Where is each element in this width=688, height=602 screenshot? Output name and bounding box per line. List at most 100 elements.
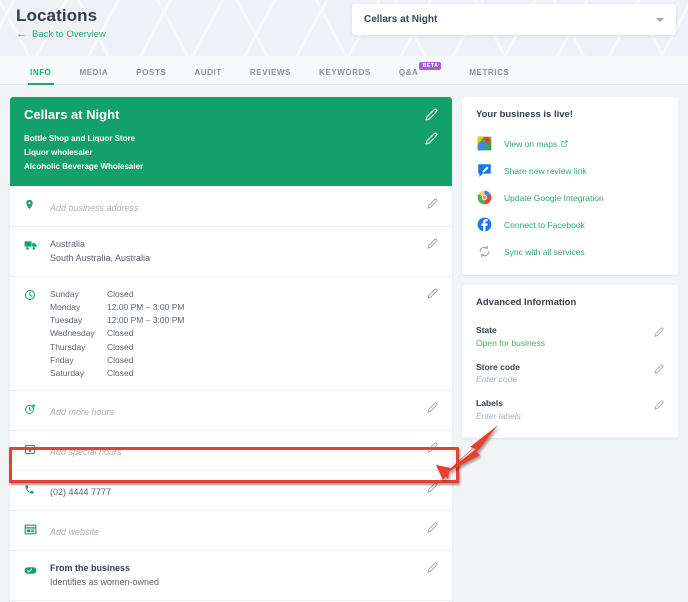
edit-state-button[interactable]	[650, 324, 664, 337]
edit-phone-button[interactable]	[420, 481, 438, 493]
edit-labels-button[interactable]	[650, 397, 664, 410]
hours-day: Sunday	[50, 288, 79, 299]
location-select[interactable]: Cellars at Night	[352, 4, 676, 35]
hours-day: Tuesday	[50, 315, 83, 326]
hours-day: Monday	[50, 302, 81, 313]
tab-keywords[interactable]: KEYWORDS	[305, 68, 385, 84]
tab-posts[interactable]: POSTS	[122, 68, 180, 84]
more-hours-row[interactable]: Add more hours	[10, 390, 452, 430]
locations-page: Locations ← Back to Overview Cellars at …	[0, 0, 688, 602]
service-area-row[interactable]: Australia South Australia, Australia	[10, 226, 452, 276]
view-on-maps-link[interactable]: View on maps	[476, 130, 664, 157]
connect-to-facebook-link[interactable]: Connect to Facebook	[476, 211, 664, 238]
phone-icon	[24, 481, 50, 500]
edit-website-button[interactable]	[420, 521, 438, 533]
edit-more-hours-button[interactable]	[420, 401, 438, 413]
address-row[interactable]: Add business address	[10, 186, 452, 226]
advanced-row-labels[interactable]: Labels Enter labels	[476, 391, 664, 428]
tab-audit[interactable]: AUDIT	[180, 68, 235, 84]
tab-reviews[interactable]: REVIEWS	[236, 68, 305, 84]
external-link-icon	[561, 140, 568, 147]
advanced-information-card: Advanced Information State Open for busi…	[462, 285, 678, 438]
pencil-icon	[427, 198, 438, 209]
hours-time: 12:00 PM – 3:00 PM	[107, 315, 185, 326]
app-header: Locations ← Back to Overview Cellars at …	[0, 0, 688, 56]
opening-hours-table: Sunday Closed Monday 12:00 PM – 3:00 PM Tu…	[50, 288, 420, 380]
hours-time: Closed	[107, 288, 134, 299]
business-info-card: Cellars at Night Bottle Shop and Liquor …	[10, 97, 452, 602]
service-area-line2: South Australia, Australia	[50, 252, 151, 263]
from-the-business-title: From the business	[50, 563, 131, 574]
edit-special-hours-button[interactable]	[420, 441, 438, 453]
tab-metrics-label: METRICS	[469, 68, 510, 77]
from-the-business-row[interactable]: From the business Identifies as women-ow…	[10, 550, 452, 600]
google-maps-icon	[476, 135, 493, 152]
hours-time: Closed	[107, 328, 134, 339]
edit-business-categories-button[interactable]	[425, 132, 438, 145]
pencil-icon	[654, 364, 664, 374]
advanced-state-label: State	[476, 325, 497, 335]
beta-badge: BETA	[419, 62, 442, 70]
business-status-title: Your business is live!	[476, 109, 573, 120]
map-pin-icon	[24, 197, 50, 216]
tab-metrics[interactable]: METRICS	[455, 68, 523, 84]
advanced-row-store-code[interactable]: Store code Enter code	[476, 355, 664, 392]
review-link-icon	[476, 162, 493, 179]
page-content: Cellars at Night Bottle Shop and Liquor …	[0, 85, 688, 602]
chevron-down-icon	[656, 17, 664, 22]
tab-bar: INFO MEDIA POSTS AUDIT REVIEWS KEYWORDS …	[0, 56, 688, 85]
edit-store-code-button[interactable]	[650, 361, 664, 374]
advanced-store-code-label: Store code	[476, 361, 520, 372]
connect-to-facebook-label: Connect to Facebook	[504, 219, 585, 230]
tab-media[interactable]: MEDIA	[66, 68, 123, 84]
pencil-icon	[654, 327, 664, 337]
edit-from-the-business-button[interactable]	[420, 561, 438, 573]
arrow-left-icon: ←	[16, 28, 27, 40]
sync-all-services-link[interactable]: Sync with all services	[476, 238, 664, 265]
from-the-business-value: Identifies as women-owned	[50, 577, 160, 588]
tab-qa[interactable]: Q&ABETA	[385, 62, 455, 84]
hours-day: Saturday	[50, 367, 85, 378]
advanced-information-title: Advanced Information	[476, 297, 577, 308]
hours-time: Closed	[107, 341, 134, 352]
service-area-line1: Australia	[50, 239, 86, 249]
hours-time: Closed	[107, 367, 134, 378]
update-google-integration-label: Update Google Integration	[504, 192, 604, 203]
view-on-maps-label: View on maps	[504, 139, 568, 149]
website-icon	[24, 521, 50, 540]
edit-address-button[interactable]	[420, 197, 438, 209]
pencil-icon	[425, 132, 438, 145]
opening-hours-row[interactable]: Sunday Closed Monday 12:00 PM – 3:00 PM Tu…	[10, 275, 452, 390]
hours-day: Friday	[50, 354, 74, 365]
pencil-icon	[654, 400, 664, 410]
sidebar-column: Your business is live! View on maps Shar…	[462, 97, 678, 602]
tab-audit-label: AUDIT	[194, 68, 222, 77]
tag-icon	[24, 561, 50, 580]
edit-business-name-button[interactable]	[425, 108, 438, 121]
website-row[interactable]: Add website	[10, 510, 452, 550]
clock-icon	[24, 287, 50, 306]
view-on-maps-text: View on maps	[504, 138, 558, 149]
tab-info[interactable]: INFO	[16, 68, 66, 85]
business-name: Cellars at Night	[24, 107, 120, 122]
sync-all-services-label: Sync with all services	[504, 246, 585, 257]
business-category-3: Alcoholic Beverage Wholesaler	[24, 162, 144, 171]
website-placeholder: Add website	[50, 527, 100, 538]
edit-service-area-button[interactable]	[420, 237, 438, 249]
pencil-icon	[427, 482, 438, 493]
special-hours-row[interactable]: Add special hours	[10, 430, 452, 470]
hours-time: 12:00 PM – 3:00 PM	[107, 302, 185, 313]
update-google-integration-link[interactable]: Update Google Integration	[476, 184, 664, 211]
business-category-primary: Bottle Shop and Liquor Store	[24, 134, 136, 143]
advanced-row-state[interactable]: State Open for business	[476, 318, 664, 355]
google-integration-icon	[476, 189, 493, 206]
tab-media-label: MEDIA	[79, 68, 109, 77]
phone-row[interactable]: (02) 4444 7777	[10, 470, 452, 510]
back-to-overview-label: Back to Overview	[32, 29, 106, 40]
share-review-link-label: Share new review link	[504, 165, 587, 176]
business-status-card: Your business is live! View on maps Shar…	[462, 97, 678, 275]
advanced-store-code-value: Enter code	[476, 374, 518, 385]
edit-opening-hours-button[interactable]	[420, 287, 438, 299]
share-review-link[interactable]: Share new review link	[476, 157, 664, 184]
tab-posts-label: POSTS	[136, 68, 167, 77]
